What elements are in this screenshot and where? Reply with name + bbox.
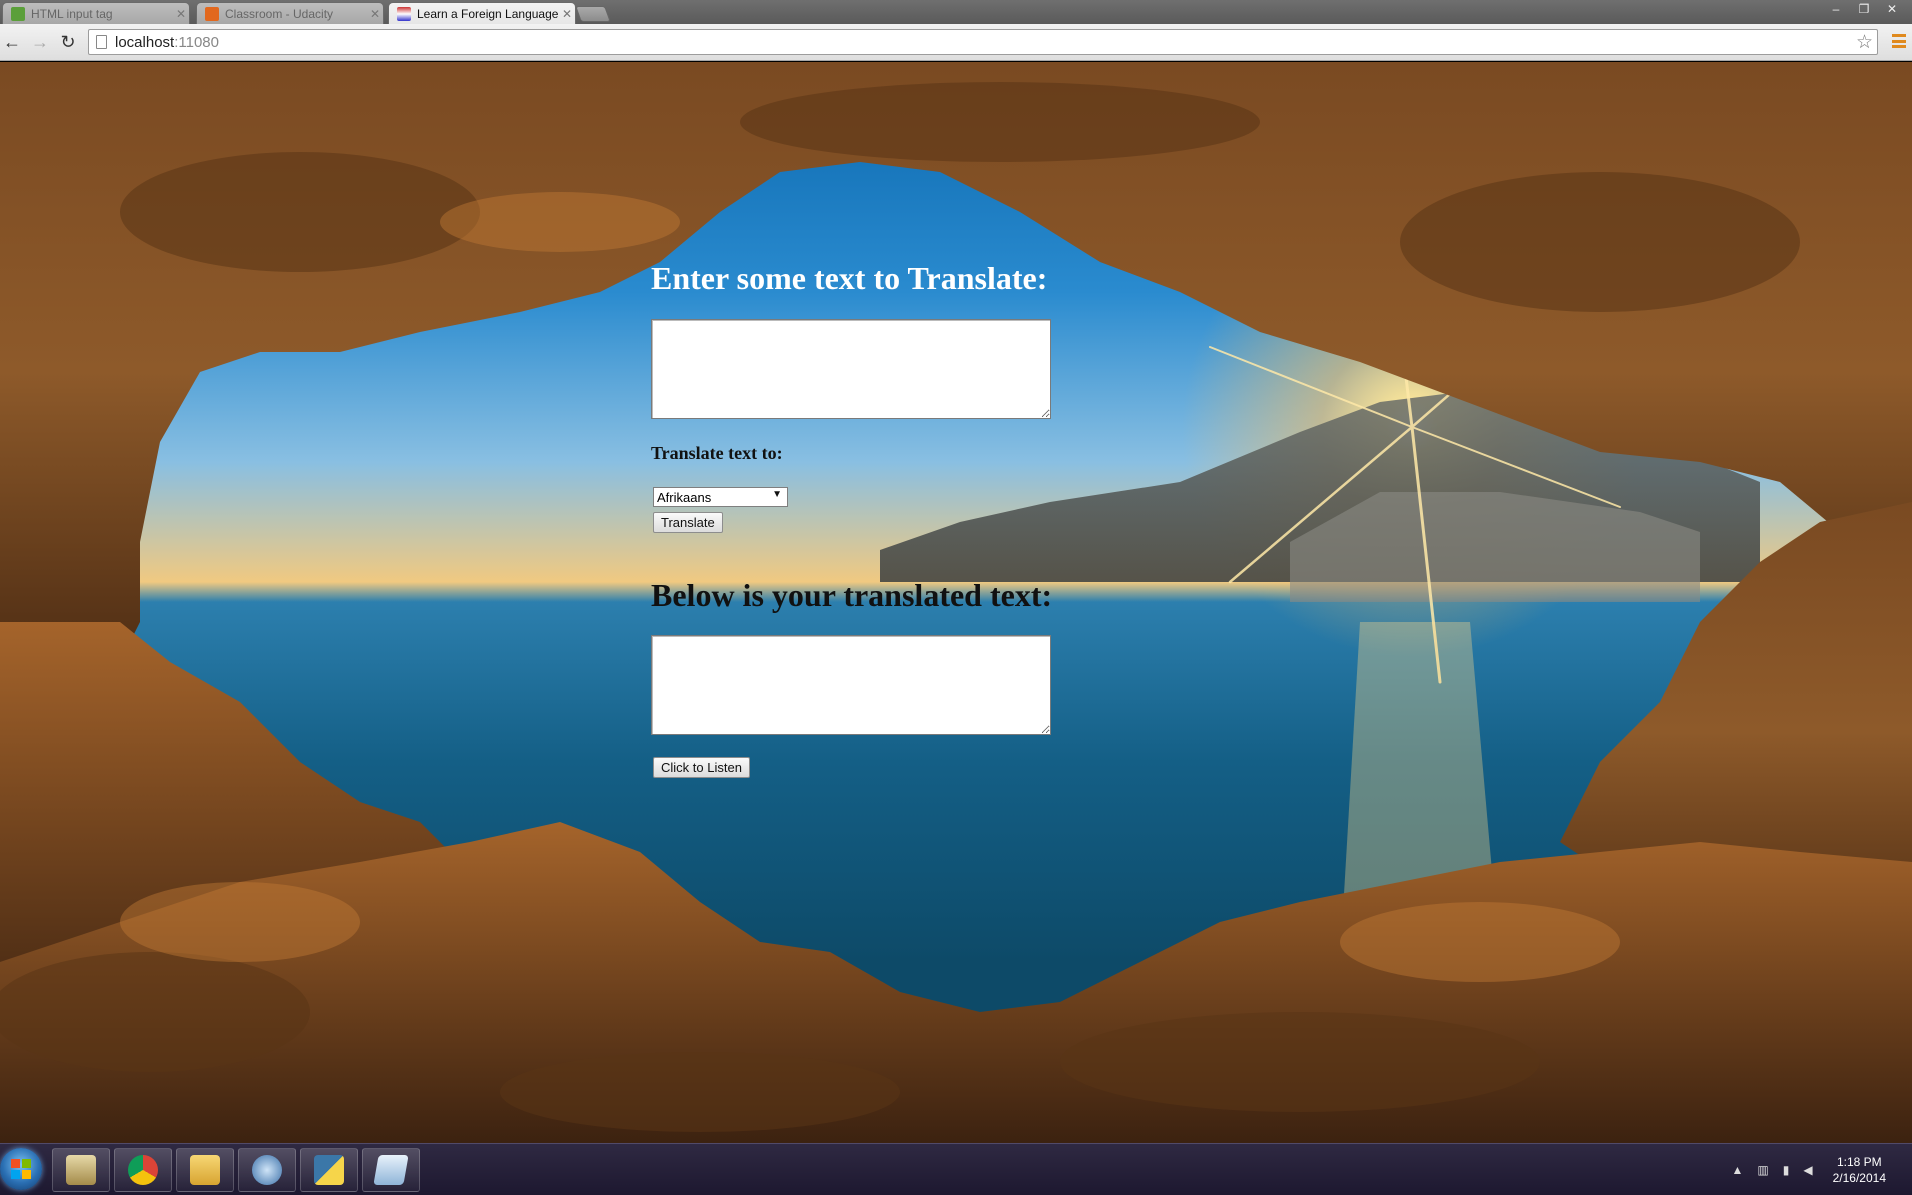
tab-classroom-udacity[interactable]: Classroom - Udacity ✕ <box>196 2 384 24</box>
back-arrow-icon[interactable]: ← <box>0 30 24 54</box>
file-cabinet-icon <box>66 1155 96 1185</box>
w3schools-favicon-icon <box>11 6 25 21</box>
maximize-icon[interactable]: ❐ <box>1850 0 1878 18</box>
udacity-favicon-icon <box>205 6 219 21</box>
output-heading: Below is your translated text: <box>651 577 1053 613</box>
notepad-icon <box>373 1155 409 1185</box>
browser-menu-icon[interactable] <box>1892 34 1906 48</box>
page-icon <box>96 35 107 49</box>
address-bar[interactable]: localhost:11080 ☆ <box>88 29 1878 55</box>
forward-arrow-icon[interactable]: → <box>28 30 52 54</box>
url-port: :11080 <box>174 33 219 51</box>
new-tab-button[interactable] <box>575 6 611 22</box>
source-text-input[interactable] <box>651 319 1051 419</box>
tab-learn-foreign-language[interactable]: Learn a Foreign Language ✕ <box>388 2 576 24</box>
url-host: localhost <box>115 33 175 51</box>
browser-toolbar: ← → ↻ localhost:11080 ☆ <box>0 24 1912 61</box>
page-favicon-icon <box>397 6 411 21</box>
dropdown-arrow-icon: ▼ <box>772 489 782 500</box>
window-controls: – ❐ ✕ <box>1822 0 1906 18</box>
input-heading: Enter some text to Translate: <box>651 260 1048 296</box>
bookmark-star-icon[interactable]: ☆ <box>1856 31 1873 54</box>
tray-icons: ▲ ▥ ▮ ◀ <box>1732 1163 1813 1177</box>
clock[interactable]: 1:18 PM 2/16/2014 <box>1833 1154 1886 1186</box>
system-tray: ▲ ▥ ▮ ◀ 1:18 PM 2/16/2014 <box>1712 1144 1912 1195</box>
close-window-icon[interactable]: ✕ <box>1878 0 1906 18</box>
tab-html-input-tag[interactable]: HTML input tag ✕ <box>2 2 190 24</box>
windows-taskbar: ▲ ▥ ▮ ◀ 1:18 PM 2/16/2014 <box>0 1143 1912 1195</box>
volume-icon[interactable]: ◀ <box>1803 1163 1812 1177</box>
minimize-icon[interactable]: – <box>1822 0 1850 18</box>
tab-strip: HTML input tag ✕ Classroom - Udacity ✕ L… <box>0 0 1912 24</box>
taskbar-app-python[interactable] <box>300 1148 358 1192</box>
start-button-icon[interactable] <box>0 1148 42 1190</box>
close-tab-icon[interactable]: ✕ <box>173 7 189 21</box>
network-icon[interactable]: ▥ <box>1757 1163 1768 1177</box>
signal-icon[interactable]: ▮ <box>1783 1163 1790 1177</box>
show-hidden-icons-icon[interactable]: ▲ <box>1732 1163 1744 1177</box>
tab-title: HTML input tag <box>31 6 113 21</box>
chrome-icon <box>128 1155 158 1185</box>
taskbar-app-explorer[interactable] <box>176 1148 234 1192</box>
python-icon <box>314 1155 344 1185</box>
explorer-folder-icon <box>190 1155 220 1185</box>
clock-date: 2/16/2014 <box>1832 1171 1886 1185</box>
close-tab-icon[interactable]: ✕ <box>559 7 575 21</box>
translate-to-label: Translate text to: <box>651 443 783 463</box>
listen-button[interactable]: Click to Listen <box>653 757 750 778</box>
taskbar-app-file-cabinet[interactable] <box>52 1148 110 1192</box>
clock-time: 1:18 PM <box>1836 1155 1882 1169</box>
language-selected-value: Afrikaans <box>657 489 712 505</box>
language-select[interactable]: Afrikaans ▼ <box>653 487 788 507</box>
translate-button[interactable]: Translate <box>653 512 723 533</box>
translated-text-output[interactable] <box>651 635 1051 735</box>
taskbar-app-notepad[interactable] <box>362 1148 420 1192</box>
ide-icon <box>252 1155 282 1185</box>
tab-title: Classroom - Udacity <box>225 6 334 21</box>
tab-title: Learn a Foreign Language <box>417 6 559 21</box>
close-tab-icon[interactable]: ✕ <box>367 7 383 21</box>
taskbar-app-chrome[interactable] <box>114 1148 172 1192</box>
reload-icon[interactable]: ↻ <box>56 30 80 54</box>
taskbar-app-ide[interactable] <box>238 1148 296 1192</box>
